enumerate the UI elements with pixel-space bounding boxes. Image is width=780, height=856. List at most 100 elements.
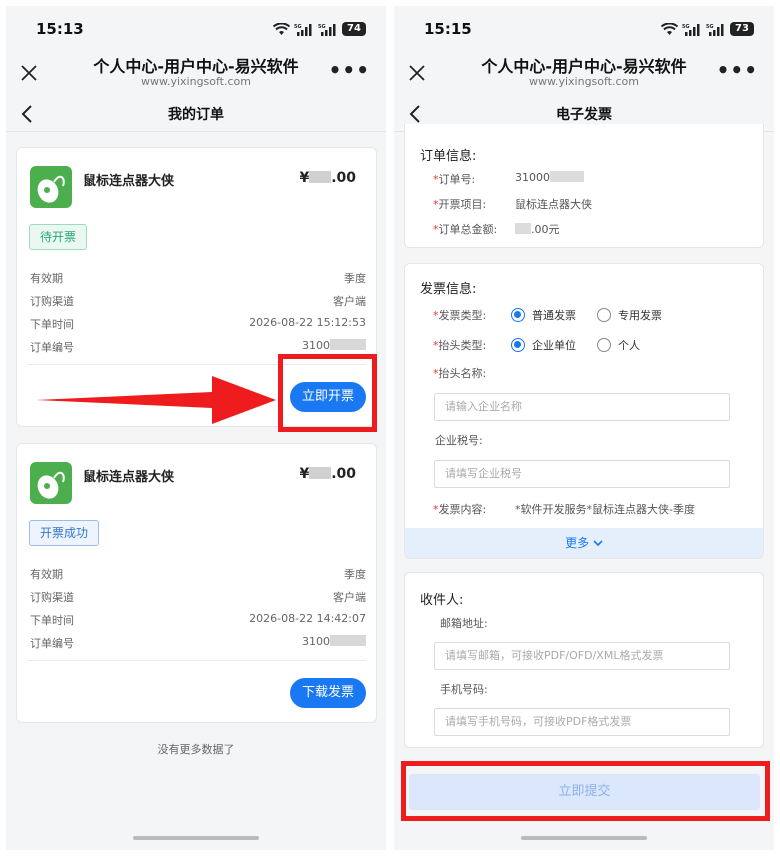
field-value: 季度: [344, 568, 366, 581]
field-value: 3100: [302, 339, 366, 352]
field-value: *软件开发服务*鼠标连点器大侠-季度: [515, 503, 695, 516]
field-label: 订单号:: [438, 173, 476, 186]
order-price: ¥ .00: [299, 170, 356, 186]
redacted-mask: [550, 171, 584, 182]
battery-icon: 74: [342, 22, 366, 36]
browser-header: 个人中心-用户中心-易兴软件 www.yixingsoft.com •••: [394, 50, 774, 96]
order-number-prefix: 3100: [302, 339, 330, 352]
download-invoice-button[interactable]: 下载发票: [289, 678, 366, 708]
close-icon[interactable]: [406, 62, 428, 84]
order-number-prefix: 3100: [302, 635, 330, 648]
page-title: 电子发票: [556, 107, 612, 123]
field-label: 抬头类型:: [438, 339, 487, 352]
section-title: 收件人:: [420, 593, 464, 608]
home-indicator: [521, 836, 647, 840]
more-toggle[interactable]: 更多: [405, 528, 763, 558]
order-info-section: 订单信息: *订单号: 31000 *开票项目: 鼠标连点器大侠 *订单总金额: .0…: [404, 124, 764, 248]
price-suffix: .00: [331, 170, 356, 186]
left-phone-screen: 15:13 5G 5G 74 个人中心-用户中心-易兴软件 www.yixing…: [6, 6, 386, 850]
wifi-icon: [273, 22, 290, 35]
order-field-row: 订单编号 3100: [30, 635, 366, 653]
radio-company[interactable]: 企业单位: [511, 337, 576, 353]
header-url: www.yixingsoft.com: [140, 75, 251, 88]
invoice-item-row: *开票项目: 鼠标连点器大侠: [433, 198, 592, 211]
order-field-row: 下单时间 2026-08-22 15:12:53: [30, 316, 366, 334]
header-title: 个人中心-用户中心-易兴软件: [481, 57, 687, 76]
page-navbar: 我的订单: [6, 96, 386, 132]
radio-label: 普通发票: [532, 309, 576, 322]
field-value: 客户端: [333, 295, 366, 308]
section-title: 发票信息:: [420, 282, 477, 297]
company-name-input[interactable]: 请输入企业名称: [434, 393, 730, 421]
order-no-row: *订单号: 31000: [433, 171, 753, 189]
back-icon[interactable]: [408, 104, 424, 124]
invoice-info-section: 发票信息: *发票类型: 普通发票 专用发票 *抬头类型: 企业单位 个人 *抬…: [404, 263, 764, 559]
browser-header: 个人中心-用户中心-易兴软件 www.yixingsoft.com •••: [6, 50, 386, 96]
email-input[interactable]: 请填写邮箱，可接收PDF/OFD/XML格式发票: [434, 642, 730, 670]
field-label: 订单总金额:: [438, 223, 498, 236]
field-value: 客户端: [333, 591, 366, 604]
status-badge: 开票成功: [29, 520, 100, 546]
home-indicator: [133, 836, 259, 840]
mouse-app-icon: [30, 462, 72, 504]
radio-normal-invoice[interactable]: 普通发票: [511, 307, 576, 323]
highlight-box-annotation: [401, 761, 770, 821]
field-label: 下单时间: [30, 318, 74, 331]
field-label: 开票项目:: [438, 198, 487, 211]
redacted-mask: [309, 171, 332, 183]
status-badge: 待开票: [29, 224, 88, 250]
status-time: 15:15: [424, 20, 472, 38]
field-label: 手机号码:: [440, 683, 488, 696]
svg-text:5G: 5G: [706, 24, 714, 30]
wifi-icon: [661, 22, 678, 35]
order-total-row: *订单总金额: .00元: [433, 221, 560, 237]
recipient-section: 收件人: 邮箱地址: 请填写邮箱，可接收PDF/OFD/XML格式发票 手机号码…: [404, 572, 764, 748]
signal-5g-icon: 5G: [706, 23, 724, 36]
signal-5g-icon: 5G: [318, 23, 336, 36]
phone-input[interactable]: 请填写手机号码，可接收PDF格式发票: [434, 708, 730, 736]
more-menu-icon[interactable]: •••: [329, 58, 370, 82]
product-name: 鼠标连点器大侠: [83, 174, 175, 189]
tax-id-input[interactable]: 请填写企业税号: [434, 460, 730, 488]
header-title: 个人中心-用户中心-易兴软件: [93, 57, 299, 76]
order-field-row: 有效期 季度: [30, 566, 366, 584]
chevron-down-icon: [593, 540, 603, 547]
redacted-mask: [330, 635, 366, 646]
radio-checked-icon: [511, 338, 525, 352]
back-icon[interactable]: [20, 104, 36, 124]
field-label: 有效期: [30, 568, 63, 581]
field-label: 发票内容:: [438, 503, 487, 516]
header-url: www.yixingsoft.com: [528, 75, 639, 88]
svg-text:5G: 5G: [318, 24, 326, 30]
total-suffix: .00元: [531, 223, 560, 236]
price-prefix: ¥: [299, 466, 310, 482]
order-card: 鼠标连点器大侠 ¥ .00 开票成功 有效期 季度 订购渠道 客户端 下单时间 2026…: [16, 443, 377, 723]
order-field-row: 有效期 季度: [30, 270, 366, 288]
close-icon[interactable]: [18, 62, 40, 84]
field-label: 订单编号: [30, 637, 74, 650]
radio-label: 个人: [618, 339, 640, 352]
field-value: .00元: [515, 221, 560, 237]
field-value: 季度: [344, 272, 366, 285]
email-label-row: 邮箱地址:: [440, 615, 753, 633]
mouse-app-icon: [30, 166, 72, 208]
more-menu-icon[interactable]: •••: [717, 58, 758, 82]
order-field-row: 下单时间 2026-08-22 14:42:07: [30, 612, 366, 630]
section-title: 订单信息:: [420, 149, 477, 164]
phone-label-row: 手机号码:: [440, 681, 753, 699]
radio-personal[interactable]: 个人: [597, 337, 640, 353]
red-arrow-annotation: [36, 376, 276, 424]
battery-icon: 73: [730, 22, 754, 36]
svg-text:5G: 5G: [294, 24, 302, 30]
right-phone-screen: 15:15 5G 5G 73 个人中心-用户中心-易兴软件 www.yixing…: [394, 6, 774, 850]
signal-5g-icon: 5G: [682, 23, 700, 36]
radio-special-invoice[interactable]: 专用发票: [597, 307, 662, 323]
header-type-row: *抬头类型: 企业单位 个人: [433, 337, 640, 353]
order-number-prefix: 31000: [515, 171, 550, 184]
field-value: 3100: [302, 635, 366, 648]
redacted-mask: [309, 467, 332, 479]
order-field-row: 订购渠道 客户端: [30, 293, 366, 311]
radio-label: 专用发票: [618, 309, 662, 322]
status-bar: 15:15 5G 5G 73: [394, 6, 774, 50]
status-time: 15:13: [36, 20, 84, 38]
